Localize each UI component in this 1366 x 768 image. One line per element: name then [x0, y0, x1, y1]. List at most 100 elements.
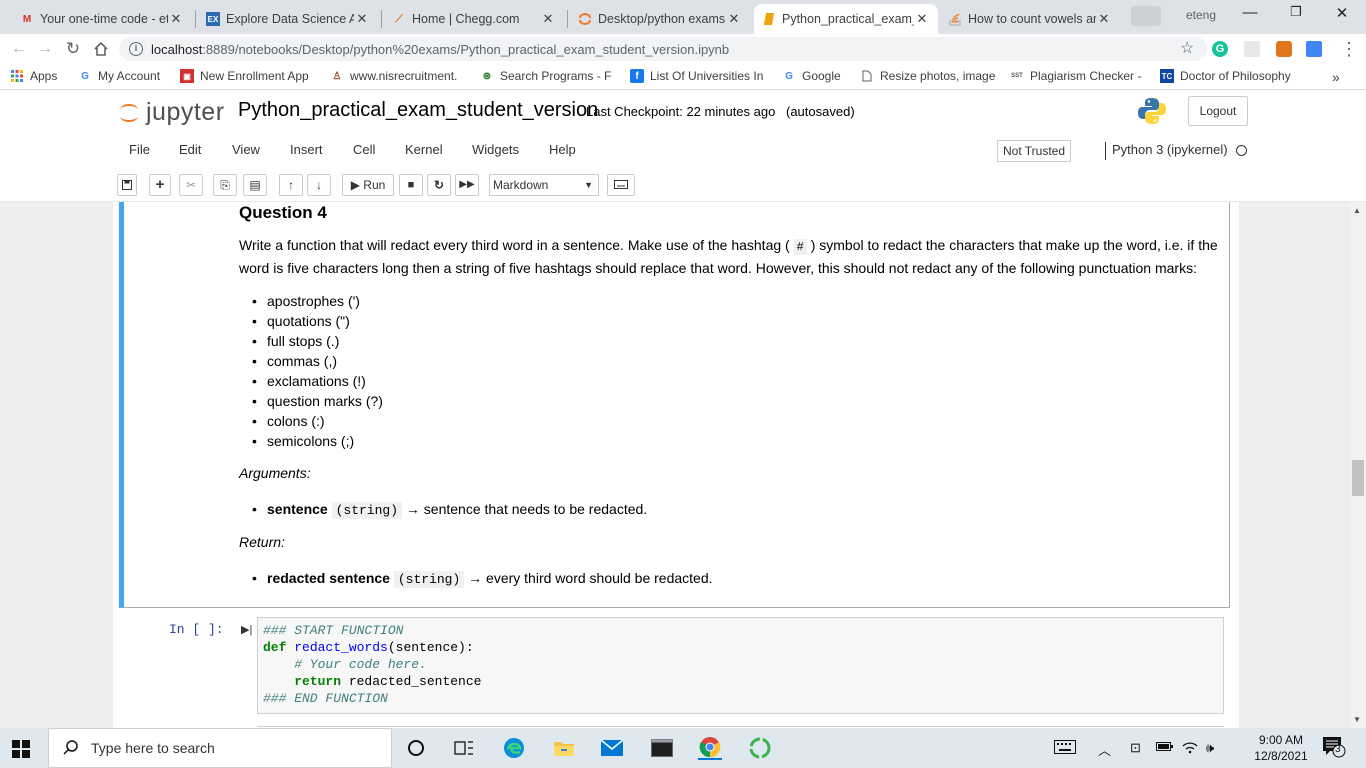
move-up-icon[interactable]: ↑	[279, 174, 303, 196]
file-explorer-icon[interactable]	[552, 736, 576, 760]
close-icon[interactable]: ✕	[726, 11, 742, 27]
run-cell-icon[interactable]: ▶|	[241, 623, 252, 636]
reload-icon[interactable]: ↻	[62, 38, 84, 60]
bookmark-my-account[interactable]: G My Account	[78, 69, 176, 83]
add-cell-icon[interactable]: +	[149, 174, 171, 196]
move-down-icon[interactable]: ↓	[307, 174, 331, 196]
mail-icon[interactable]	[600, 736, 624, 760]
browser-tab-notebook[interactable]: Python_practical_exam_ ✕	[754, 4, 938, 34]
metamask-icon[interactable]	[1276, 41, 1292, 57]
edge-icon[interactable]	[502, 736, 526, 760]
bookmark-universities[interactable]: f List Of Universities In	[630, 69, 770, 83]
markdown-cell-selected[interactable]: Question 4 Write a function that will re…	[119, 202, 1230, 608]
menu-dots-icon[interactable]: ⋮	[1338, 38, 1360, 60]
cut-icon[interactable]: ✂	[179, 174, 203, 196]
menu-view[interactable]: View	[232, 142, 260, 157]
show-hidden-icons-chevron-icon[interactable]: ︿	[1098, 740, 1111, 759]
info-icon[interactable]: i	[129, 42, 143, 56]
menu-kernel[interactable]: Kernel	[405, 142, 443, 157]
bookmark-star-icon[interactable]: ☆	[1180, 38, 1194, 58]
browser-toolbar: ← → ↻ i localhost:8889/notebooks/Desktop…	[0, 34, 1366, 64]
browser-tab-gmail[interactable]: M Your one-time code - et ✕	[12, 4, 192, 34]
windows-start-icon[interactable]	[12, 740, 30, 761]
bookmark-google[interactable]: G Google	[782, 69, 841, 83]
list-item: quotations (")	[239, 311, 383, 331]
bookmark-enrollment[interactable]: ▣ New Enrollment App	[180, 69, 320, 83]
volume-icon[interactable]: 🕪	[1206, 740, 1214, 756]
autosave-status: (autosaved)	[786, 104, 855, 119]
chrome-icon[interactable]	[698, 736, 722, 760]
menu-widgets[interactable]: Widgets	[472, 142, 519, 157]
close-icon[interactable]: ✕	[1096, 11, 1112, 27]
bookmark-apps[interactable]: Apps	[10, 69, 57, 83]
cell-type-select[interactable]: Markdown ▼	[489, 174, 599, 196]
code-token: redacted_sentence	[341, 674, 482, 689]
bookmark-search-programs[interactable]: ⊛ Search Programs - F	[480, 69, 620, 83]
browser-tab-jupyter-tree[interactable]: Desktop/python exams ✕	[570, 4, 750, 34]
keyboard-icon[interactable]	[607, 174, 635, 196]
translate-icon[interactable]	[1306, 41, 1322, 57]
menu-file[interactable]: File	[129, 142, 150, 157]
close-icon[interactable]: ✕	[168, 11, 184, 27]
cortana-icon[interactable]	[404, 736, 428, 760]
home-icon[interactable]	[90, 38, 112, 60]
forward-arrow-icon[interactable]: →	[34, 38, 56, 60]
paste-icon[interactable]: ▤	[243, 174, 267, 196]
back-arrow-icon[interactable]: ←	[8, 38, 30, 60]
copy-icon[interactable]: ⎘	[213, 174, 237, 196]
bookmarks-overflow-icon[interactable]: »	[1332, 69, 1340, 85]
run-button[interactable]: ▶ Run	[342, 174, 394, 196]
battery-icon[interactable]	[1156, 740, 1174, 755]
scroll-down-icon[interactable]: ▼	[1353, 715, 1361, 724]
code-editor[interactable]: ### START FUNCTION def redact_words(sent…	[257, 617, 1224, 714]
grammarly-icon[interactable]: G	[1212, 41, 1228, 57]
close-icon[interactable]: ✕	[540, 11, 556, 27]
bookmark-doctor-philosophy[interactable]: TC Doctor of Philosophy	[1160, 69, 1298, 83]
kernel-name[interactable]: Python 3 (ipykernel)	[1112, 142, 1228, 157]
menu-edit[interactable]: Edit	[179, 142, 201, 157]
profile-name[interactable]: eteng	[1186, 8, 1216, 22]
taskbar-search[interactable]: Type here to search	[48, 728, 392, 768]
restart-run-all-icon[interactable]: ▶▶	[455, 174, 479, 196]
scroll-up-icon[interactable]: ▲	[1353, 206, 1361, 215]
new-tab-button[interactable]	[1131, 6, 1161, 26]
window-close-icon[interactable]: ✕	[1319, 4, 1365, 26]
bookmark-resize-photos[interactable]: Resize photos, image	[860, 69, 998, 83]
arg-name: sentence	[267, 501, 328, 517]
notification-center-icon[interactable]: 3	[1322, 736, 1346, 761]
vertical-scrollbar[interactable]: ▲ ▼	[1350, 202, 1366, 728]
restart-icon[interactable]: ↻	[427, 174, 451, 196]
scrollbar-thumb[interactable]	[1352, 460, 1364, 496]
notebook-name[interactable]: Python_practical_exam_student_version	[238, 99, 598, 122]
save-icon[interactable]	[117, 174, 137, 196]
task-view-icon[interactable]	[452, 736, 476, 760]
extension-icon[interactable]	[1244, 41, 1260, 57]
address-bar[interactable]: i localhost:8889/notebooks/Desktop/pytho…	[119, 37, 1207, 61]
terminal-icon[interactable]	[650, 736, 674, 760]
trust-status-button[interactable]: Not Trusted	[997, 140, 1072, 162]
run-label: Run	[363, 178, 386, 192]
list-item: colons (:)	[239, 411, 383, 431]
system-clock[interactable]: 9:00 AM 12/8/2021	[1252, 732, 1310, 764]
minimize-icon[interactable]: —	[1227, 4, 1273, 26]
browser-tab-chegg[interactable]: ⟋ Home | Chegg.com ✕	[384, 4, 564, 34]
close-icon[interactable]: ✕	[914, 11, 930, 27]
bookmark-plagiarism[interactable]: SST Plagiarism Checker -	[1010, 69, 1148, 83]
jupyter-app-icon[interactable]	[748, 736, 772, 760]
wifi-icon[interactable]	[1182, 740, 1198, 757]
menu-help[interactable]: Help	[549, 142, 576, 157]
browser-tab-explore[interactable]: EX Explore Data Science Ac ✕	[198, 4, 378, 34]
restore-icon[interactable]: ❐	[1273, 4, 1319, 26]
interrupt-icon[interactable]: ■	[399, 174, 423, 196]
code-cell[interactable]: In [ ]: ▶| ### START FUNCTION def redact…	[119, 614, 1230, 727]
bookmark-nisrecruitment[interactable]: ♙ www.nisrecruitment.	[330, 69, 466, 83]
clock-date: 12/8/2021	[1254, 749, 1308, 763]
jupyter-logo[interactable]: jupyter	[118, 98, 225, 127]
close-icon[interactable]: ✕	[354, 11, 370, 27]
menu-cell[interactable]: Cell	[353, 142, 375, 157]
keyboard-tray-icon[interactable]	[1054, 740, 1076, 757]
browser-tab-stackoverflow[interactable]: How to count vowels ar ✕	[940, 4, 1120, 34]
logout-button[interactable]: Logout	[1188, 96, 1248, 126]
menu-insert[interactable]: Insert	[290, 142, 323, 157]
meet-now-icon[interactable]: ⊡	[1130, 740, 1141, 756]
